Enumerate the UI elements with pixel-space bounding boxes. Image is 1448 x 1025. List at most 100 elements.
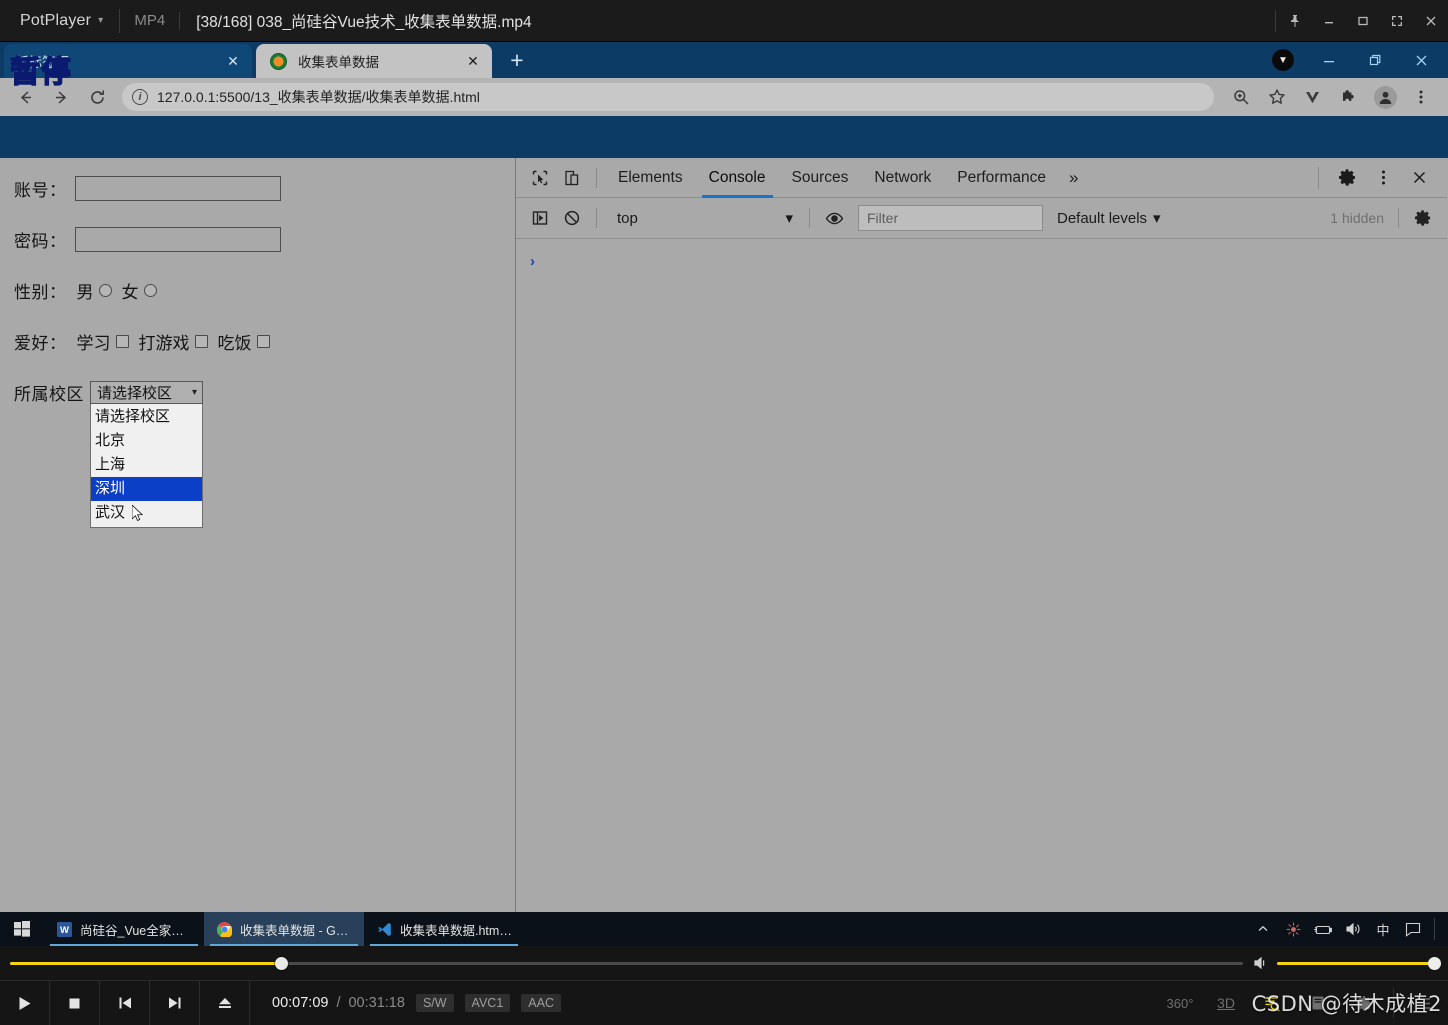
live-expression-icon[interactable] bbox=[818, 202, 850, 234]
campus-option[interactable]: 北京 bbox=[91, 429, 202, 453]
pin-icon[interactable] bbox=[1278, 0, 1312, 42]
new-tab-button[interactable]: + bbox=[502, 45, 532, 75]
close-icon[interactable] bbox=[1414, 0, 1448, 42]
console-context-selector[interactable]: top ▾ bbox=[611, 206, 801, 230]
campus-option[interactable]: 武汉 bbox=[91, 501, 202, 525]
chevron-up-icon[interactable] bbox=[1248, 912, 1278, 946]
seek-bar[interactable] bbox=[10, 956, 1243, 970]
device-toolbar-icon[interactable] bbox=[556, 162, 588, 194]
playlist-icon[interactable] bbox=[1297, 981, 1339, 1025]
gender-label: 性别： bbox=[14, 283, 67, 302]
seek-handle[interactable] bbox=[275, 956, 289, 970]
potplayer-controls: 00:07:09 / 00:31:18 S/W AVC1 AAC 360° 3D bbox=[0, 946, 1448, 1025]
menu-icon[interactable] bbox=[1402, 981, 1444, 1025]
devtools-close-icon[interactable] bbox=[1401, 160, 1437, 196]
action-center-icon[interactable] bbox=[1398, 912, 1428, 946]
tab-elements[interactable]: Elements bbox=[605, 158, 696, 198]
radio-female[interactable] bbox=[143, 284, 157, 297]
tab-title: 新标签页 bbox=[15, 55, 69, 70]
gender-option-male[interactable]: 男 bbox=[77, 278, 112, 303]
checkbox-game[interactable] bbox=[194, 335, 208, 348]
eject-icon[interactable] bbox=[200, 980, 250, 1025]
previous-icon[interactable] bbox=[100, 980, 150, 1025]
console-sidebar-icon[interactable] bbox=[524, 202, 556, 234]
settings-icon[interactable] bbox=[1343, 981, 1385, 1025]
volume-handle[interactable] bbox=[1428, 956, 1441, 970]
campus-option[interactable]: 上海 bbox=[91, 453, 202, 477]
play-icon[interactable] bbox=[0, 980, 50, 1025]
tab-performance[interactable]: Performance bbox=[944, 158, 1059, 198]
checkbox-eat[interactable] bbox=[256, 335, 270, 348]
campus-option-highlighted[interactable]: 深圳 bbox=[91, 477, 202, 501]
hobby-option-study[interactable]: 学习 bbox=[77, 329, 129, 354]
chevron-down-icon: ▾ bbox=[191, 387, 197, 398]
next-icon[interactable] bbox=[150, 980, 200, 1025]
profile-avatar-icon[interactable] bbox=[1368, 82, 1402, 112]
system-tray: 中 bbox=[1248, 912, 1448, 946]
volume-icon[interactable] bbox=[1338, 912, 1368, 946]
potplayer-titlebar: PotPlayer ▾ MP4 [38/168] 038_尚硅谷Vue技术_收集… bbox=[0, 0, 1448, 42]
minimize-icon[interactable] bbox=[1312, 0, 1346, 42]
account-input[interactable] bbox=[74, 176, 281, 201]
campus-select[interactable]: 请选择校区 ▾ bbox=[90, 381, 203, 404]
console-output-area[interactable]: › bbox=[516, 239, 1447, 954]
stop-icon[interactable] bbox=[50, 980, 100, 1025]
search-icon[interactable] bbox=[1251, 981, 1293, 1025]
maximize-icon[interactable] bbox=[1346, 0, 1380, 42]
campus-option[interactable]: 请选择校区 bbox=[91, 405, 202, 429]
taskbar-item-vscode[interactable]: 收集表单数据.html - ... bbox=[364, 912, 524, 946]
downloads-icon[interactable]: ▼ bbox=[1260, 42, 1306, 78]
forward-arrow-icon[interactable] bbox=[44, 82, 78, 112]
tab-network[interactable]: Network bbox=[861, 158, 944, 198]
tab-console[interactable]: Console bbox=[696, 158, 779, 198]
taskbar-item-word[interactable]: W 尚硅谷_Vue全家桶.d... bbox=[44, 912, 204, 946]
tab-sources[interactable]: Sources bbox=[779, 158, 862, 198]
ime-chinese-icon[interactable]: 中 bbox=[1368, 912, 1398, 946]
inspect-element-icon[interactable] bbox=[524, 162, 556, 194]
close-icon[interactable] bbox=[1398, 42, 1444, 78]
close-icon[interactable]: ✕ bbox=[464, 52, 482, 70]
volume-icon[interactable] bbox=[1253, 956, 1270, 970]
360-security-icon[interactable] bbox=[1278, 912, 1308, 946]
restore-icon[interactable] bbox=[1352, 42, 1398, 78]
taskbar-item-chrome[interactable]: 收集表单数据 - Goo... bbox=[204, 912, 364, 946]
browser-tab-inactive[interactable]: 新标签页 ✕ bbox=[4, 44, 252, 78]
chrome-menu-icon[interactable] bbox=[1404, 82, 1438, 112]
password-input[interactable] bbox=[74, 227, 281, 252]
gender-option-female[interactable]: 女 bbox=[122, 278, 157, 303]
360-button[interactable]: 360° bbox=[1159, 981, 1201, 1025]
reload-icon[interactable] bbox=[80, 82, 114, 112]
back-arrow-icon[interactable] bbox=[8, 82, 42, 112]
transport-controls-row: 00:07:09 / 00:31:18 S/W AVC1 AAC 360° 3D bbox=[0, 980, 1448, 1025]
volume-slider[interactable] bbox=[1277, 956, 1441, 970]
fullscreen-icon[interactable] bbox=[1380, 0, 1414, 42]
live-server-favicon-icon bbox=[270, 52, 287, 70]
more-tabs-button[interactable]: » bbox=[1059, 158, 1088, 198]
bookmark-star-icon[interactable] bbox=[1260, 82, 1294, 112]
toolbar-divider bbox=[596, 167, 597, 188]
hobby-option-eat[interactable]: 吃饭 bbox=[218, 329, 270, 354]
vue-devtools-icon[interactable] bbox=[1296, 82, 1330, 112]
close-icon[interactable]: ✕ bbox=[224, 52, 242, 70]
3d-button[interactable]: 3D bbox=[1205, 981, 1247, 1025]
checkbox-study[interactable] bbox=[115, 335, 129, 348]
console-levels-selector[interactable]: Default levels ▾ bbox=[1057, 209, 1161, 228]
devtools-menu-icon[interactable] bbox=[1365, 160, 1401, 196]
windows-start-icon[interactable] bbox=[0, 912, 44, 946]
browser-tab-active[interactable]: 收集表单数据 ✕ bbox=[256, 44, 492, 78]
minimize-icon[interactable] bbox=[1306, 42, 1352, 78]
address-bar[interactable]: i 127.0.0.1:5500/13_收集表单数据/收集表单数据.html bbox=[122, 83, 1214, 111]
settings-gear-icon[interactable] bbox=[1329, 160, 1365, 196]
form-row-hobby: 爱好： 学习 打游戏 吃饭 bbox=[14, 329, 515, 354]
battery-icon[interactable] bbox=[1308, 912, 1338, 946]
potplayer-app-menu[interactable]: PotPlayer ▾ bbox=[0, 0, 119, 41]
clear-console-icon[interactable] bbox=[556, 202, 588, 234]
hobby-option-game[interactable]: 打游戏 bbox=[139, 329, 208, 354]
console-settings-icon[interactable] bbox=[1407, 202, 1439, 234]
radio-male[interactable] bbox=[98, 284, 112, 297]
info-circle-icon[interactable]: i bbox=[132, 89, 148, 105]
extensions-puzzle-icon[interactable] bbox=[1332, 82, 1366, 112]
show-desktop-button[interactable] bbox=[1434, 918, 1442, 940]
zoom-icon[interactable] bbox=[1224, 82, 1258, 112]
console-filter-input[interactable]: Filter bbox=[858, 205, 1043, 231]
